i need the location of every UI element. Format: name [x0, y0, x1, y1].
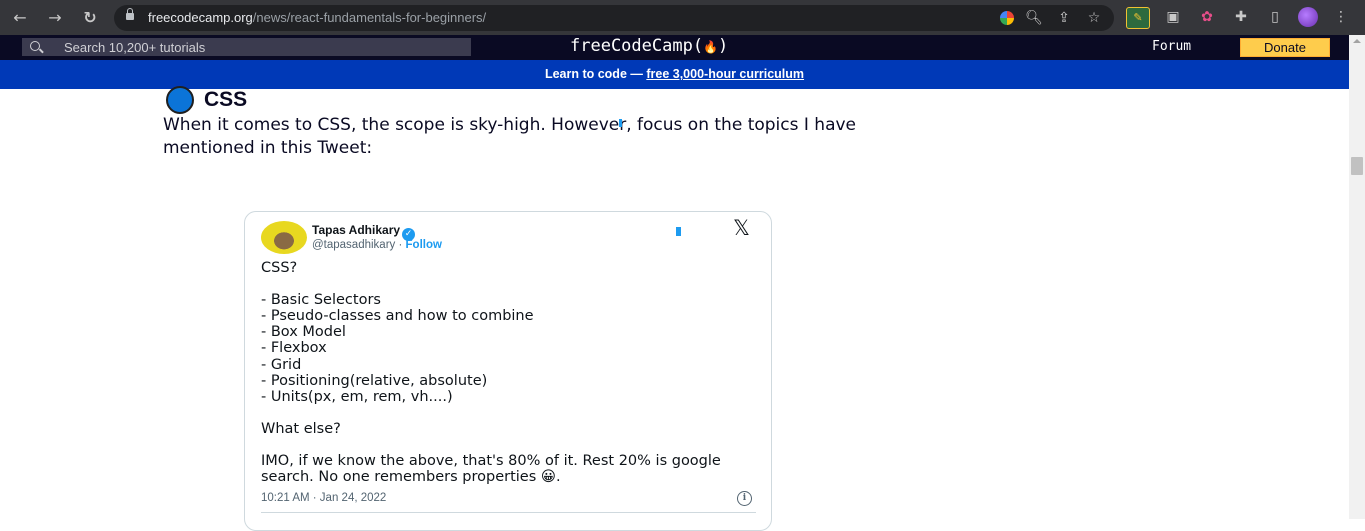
star-icon[interactable]: ☆: [1084, 8, 1104, 28]
site-logo[interactable]: freeCodeCamp(🔥): [570, 36, 728, 56]
text-cursor: [619, 119, 622, 127]
tweet-handle-line: @tapasadhikary · Follow: [312, 239, 442, 251]
tab-search-icon[interactable]: ▣: [1162, 7, 1184, 27]
follow-link[interactable]: Follow: [406, 239, 442, 251]
x-logo-icon[interactable]: 𝕏: [733, 216, 750, 240]
handle-separator: ·: [395, 239, 406, 251]
blue-circle-icon: [166, 86, 194, 114]
tweet-text: CSS? - Basic Selectors - Pseudo-classes …: [261, 260, 721, 486]
author-name: Tapas Adhikary: [312, 223, 401, 237]
browser-toolbar: ← → ↻ freecodecamp.org/news/react-fundam…: [0, 0, 1365, 35]
forward-arrow-icon[interactable]: →: [43, 6, 67, 30]
section-title: CSS: [204, 88, 248, 111]
color-picker-icon[interactable]: ✿: [1196, 7, 1218, 27]
zoom-icon[interactable]: 🔍︎: [1024, 8, 1044, 28]
puzzle-icon[interactable]: ✚: [1230, 7, 1252, 27]
search-input[interactable]: Search 10,200+ tutorials: [22, 38, 471, 56]
tweet-handle[interactable]: @tapasadhikary: [312, 239, 395, 251]
lock-icon[interactable]: [126, 8, 134, 20]
banner-text: Learn to code —: [544, 67, 647, 81]
site-navbar: Search 10,200+ tutorials freeCodeCamp(🔥)…: [0, 35, 1349, 60]
more-menu-icon[interactable]: ⋮: [1330, 7, 1352, 27]
selection-marker: [676, 227, 681, 236]
scrollbar[interactable]: [1349, 35, 1365, 519]
url-host: freecodecamp.org: [148, 10, 253, 25]
scrollbar-thumb[interactable]: [1351, 157, 1363, 175]
section-heading: CSS: [166, 86, 247, 114]
address-bar[interactable]: freecodecamp.org/news/react-fundamentals…: [114, 5, 1114, 31]
logo-close: ): [718, 36, 729, 56]
url-path: /news/react-fundamentals-for-beginners/: [252, 10, 487, 25]
side-panel-icon[interactable]: ▯: [1264, 7, 1286, 27]
scroll-up-icon[interactable]: [1353, 39, 1361, 43]
flame-icon: 🔥: [703, 40, 719, 54]
google-icon[interactable]: [1000, 11, 1014, 25]
extension-a-icon[interactable]: ✎: [1126, 7, 1150, 29]
profile-avatar-icon[interactable]: [1298, 7, 1318, 27]
donate-button[interactable]: Donate: [1240, 38, 1330, 57]
avatar[interactable]: [261, 221, 307, 254]
tweet-timestamp[interactable]: 10:21 AM · Jan 24, 2022: [261, 492, 386, 504]
url-text[interactable]: freecodecamp.org/news/react-fundamentals…: [148, 10, 486, 25]
divider: [261, 512, 756, 513]
promo-banner: Learn to code — free 3,000-hour curricul…: [0, 60, 1349, 89]
embedded-tweet[interactable]: Tapas Adhikary ✓ @tapasadhikary · Follow …: [244, 211, 772, 531]
article-paragraph: When it comes to CSS, the scope is sky-h…: [163, 115, 857, 158]
reload-icon[interactable]: ↻: [78, 6, 102, 30]
search-placeholder: Search 10,200+ tutorials: [64, 40, 206, 55]
forum-link[interactable]: Forum: [1152, 39, 1191, 54]
info-icon[interactable]: i: [737, 491, 752, 506]
back-arrow-icon[interactable]: ←: [8, 6, 32, 30]
search-icon: [30, 41, 40, 51]
logo-text: freeCodeCamp(: [570, 36, 704, 56]
share-icon[interactable]: ⇪: [1054, 8, 1074, 28]
curriculum-link[interactable]: free 3,000-hour curriculum: [646, 67, 804, 81]
